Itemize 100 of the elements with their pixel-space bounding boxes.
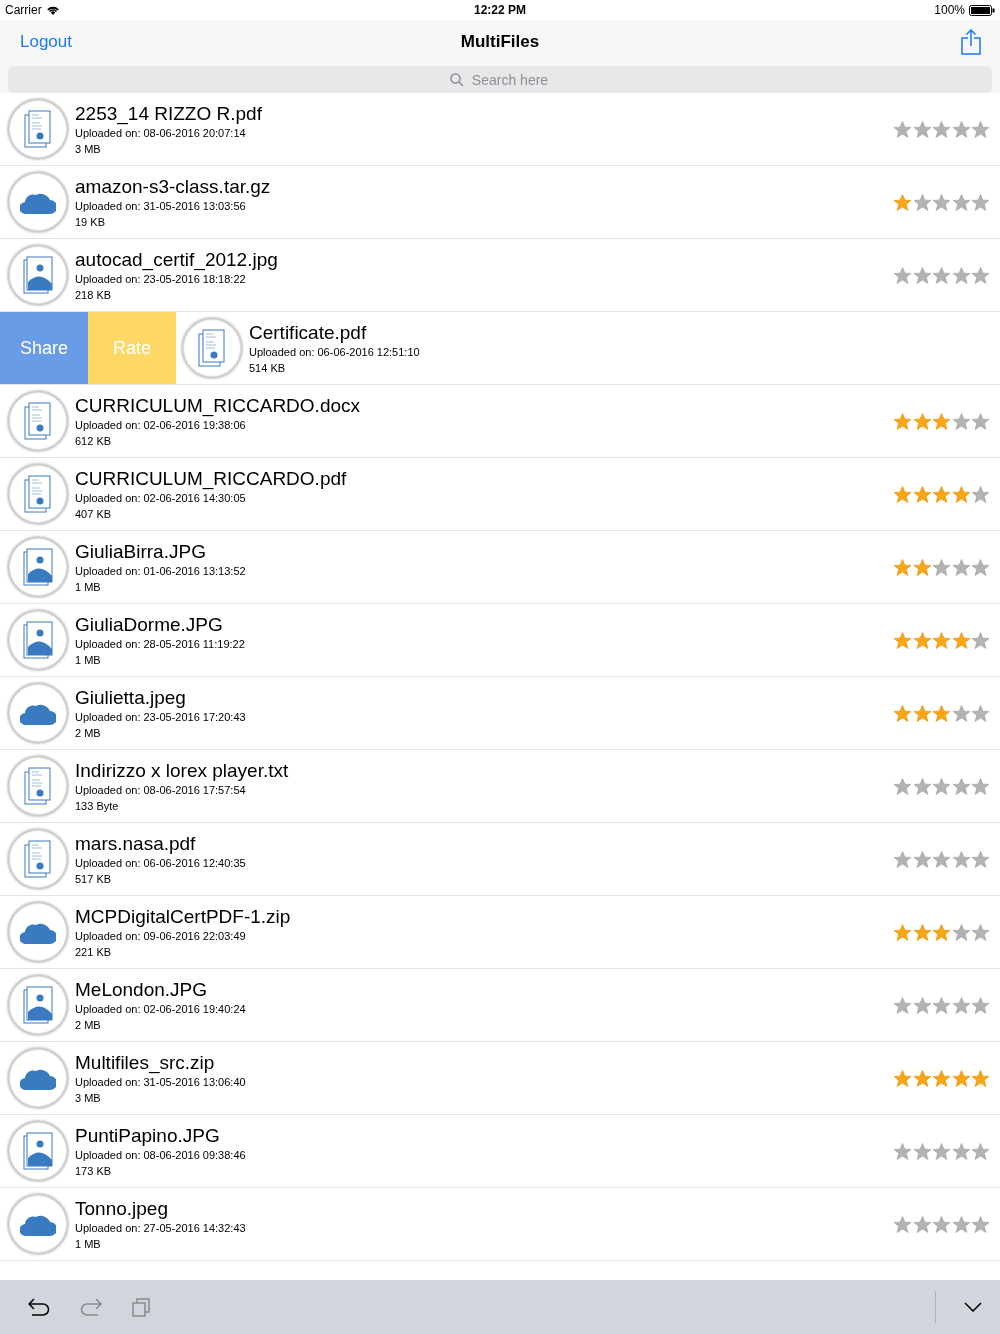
file-row[interactable]: GiuliaDorme.JPG Uploaded on: 28-05-2016 11:19:22 1 MB: [0, 604, 1000, 677]
star-icon: [951, 849, 971, 869]
file-name: autocad_certif_2012.jpg: [75, 247, 278, 271]
file-row[interactable]: CURRICULUM_RICCARDO.pdf Uploaded on: 02-06-2016 14:30:05 407 KB: [0, 458, 1000, 531]
star-rating[interactable]: [893, 119, 990, 139]
nav-title: MultiFiles: [460, 32, 540, 52]
upload-date: Uploaded on: 28-05-2016 11:19:22: [75, 636, 245, 652]
file-row[interactable]: mars.nasa.pdf Uploaded on: 06-06-2016 12:40:35 517 KB: [0, 823, 1000, 896]
star-icon: [932, 703, 951, 723]
search-field[interactable]: Search here: [8, 66, 992, 93]
star-icon: [912, 922, 932, 942]
file-name: GiuliaBirra.JPG: [75, 539, 206, 563]
star-icon: [951, 557, 971, 577]
undo-icon[interactable]: [28, 1298, 50, 1316]
status-time: 12:22 PM: [474, 3, 526, 17]
star-rating[interactable]: [893, 484, 990, 504]
file-row[interactable]: Giulietta.jpeg Uploaded on: 23-05-2016 17:20:43 2 MB: [0, 677, 1000, 750]
star-icon: [932, 776, 951, 796]
star-rating[interactable]: [893, 849, 990, 869]
battery-percent: 100%: [934, 3, 965, 17]
star-icon: [932, 557, 951, 577]
image-icon: [23, 256, 53, 294]
file-size: 1 MB: [75, 652, 101, 668]
star-icon: [912, 192, 932, 212]
star-icon: [932, 922, 951, 942]
star-rating[interactable]: [893, 630, 990, 650]
file-size: 2 MB: [75, 725, 101, 741]
file-row[interactable]: autocad_certif_2012.jpg Uploaded on: 23-05-2016 18:18:22 218 KB: [0, 239, 1000, 312]
file-name: MeLondon.JPG: [75, 977, 208, 1001]
document-icon: [24, 110, 52, 148]
file-row[interactable]: GiuliaBirra.JPG Uploaded on: 01-06-2016 13:13:52 1 MB: [0, 531, 1000, 604]
file-size: 407 KB: [75, 506, 112, 522]
image-icon: [23, 1132, 53, 1170]
star-icon: [912, 119, 932, 139]
share-icon[interactable]: [961, 29, 981, 55]
file-row[interactable]: MCPDigitalCertPDF-1.zip Uploaded on: 09-06-2016 22:03:49 221 KB: [0, 896, 1000, 969]
file-size: 133 Byte: [75, 798, 119, 814]
star-icon: [893, 119, 912, 139]
upload-date: Uploaded on: 08-06-2016 20:07:14: [75, 125, 246, 141]
image-icon: [23, 548, 53, 586]
star-icon: [893, 995, 912, 1015]
star-icon: [893, 703, 912, 723]
star-rating[interactable]: [893, 1068, 990, 1088]
upload-date: Uploaded on: 31-05-2016 13:06:40: [75, 1074, 246, 1090]
star-rating[interactable]: [893, 922, 990, 942]
star-icon: [893, 849, 912, 869]
file-size: 2 MB: [75, 1017, 101, 1033]
star-icon: [932, 1141, 951, 1161]
star-icon: [932, 849, 951, 869]
star-rating[interactable]: [893, 995, 990, 1015]
star-icon: [893, 192, 912, 212]
file-row[interactable]: Tonno.jpeg Uploaded on: 27-05-2016 14:32:43 1 MB: [0, 1188, 1000, 1261]
star-icon: [912, 1141, 932, 1161]
file-row[interactable]: MeLondon.JPG Uploaded on: 02-06-2016 19:40:24 2 MB: [0, 969, 1000, 1042]
star-icon: [912, 849, 932, 869]
document-icon: [24, 402, 52, 440]
file-row[interactable]: CURRICULUM_RICCARDO.docx Uploaded on: 02-06-2016 19:38:06 612 KB: [0, 385, 1000, 458]
star-icon: [971, 1141, 990, 1161]
star-icon: [971, 995, 990, 1015]
star-icon: [893, 922, 912, 942]
chevron-down-icon[interactable]: [964, 1302, 982, 1312]
upload-date: Uploaded on: 02-06-2016 19:40:24: [75, 1001, 246, 1017]
file-row[interactable]: 2253_14 RIZZO R.pdf Uploaded on: 08-06-2016 20:07:14 3 MB: [0, 93, 1000, 166]
upload-date: Uploaded on: 06-06-2016 12:51:10: [249, 344, 420, 360]
file-name: PuntiPapino.JPG: [75, 1123, 220, 1147]
star-rating[interactable]: [893, 192, 990, 212]
star-icon: [971, 922, 990, 942]
star-icon: [912, 703, 932, 723]
star-icon: [912, 1214, 932, 1234]
upload-date: Uploaded on: 01-06-2016 13:13:52: [75, 563, 246, 579]
star-rating[interactable]: [893, 776, 990, 796]
file-name: Indirizzo x lorex player.txt: [75, 758, 289, 782]
star-rating[interactable]: [893, 265, 990, 285]
file-row[interactable]: amazon-s3-class.tar.gz Uploaded on: 31-05-2016 13:03:56 19 KB: [0, 166, 1000, 239]
document-icon: [24, 840, 52, 878]
file-size: 3 MB: [75, 141, 101, 157]
file-size: 173 KB: [75, 1163, 112, 1179]
star-rating[interactable]: [893, 557, 990, 577]
file-size: 221 KB: [75, 944, 112, 960]
star-icon: [893, 1141, 912, 1161]
star-rating[interactable]: [893, 411, 990, 431]
star-icon: [951, 1214, 971, 1234]
star-rating[interactable]: [893, 1141, 990, 1161]
file-row[interactable]: Indirizzo x lorex player.txt Uploaded on: 08-06-2016 17:57:54 133 Byte: [0, 750, 1000, 823]
upload-date: Uploaded on: 27-05-2016 14:32:43: [75, 1220, 246, 1236]
carrier-name: Carrier: [5, 3, 42, 17]
file-size: 514 KB: [249, 360, 286, 376]
star-rating[interactable]: [893, 703, 990, 723]
star-icon: [932, 119, 951, 139]
file-name: CURRICULUM_RICCARDO.docx: [75, 393, 361, 417]
upload-date: Uploaded on: 02-06-2016 14:30:05: [75, 490, 246, 506]
star-icon: [893, 557, 912, 577]
star-icon: [912, 995, 932, 1015]
file-row[interactable]: PuntiPapino.JPG Uploaded on: 08-06-2016 09:38:46 173 KB: [0, 1115, 1000, 1188]
document-icon: [198, 329, 226, 367]
file-row[interactable]: Multifiles_src.zip Uploaded on: 31-05-2016 13:06:40 3 MB: [0, 1042, 1000, 1115]
logout-button[interactable]: Logout: [20, 32, 72, 52]
star-icon: [912, 776, 932, 796]
star-icon: [893, 484, 912, 504]
star-rating[interactable]: [893, 1214, 990, 1234]
